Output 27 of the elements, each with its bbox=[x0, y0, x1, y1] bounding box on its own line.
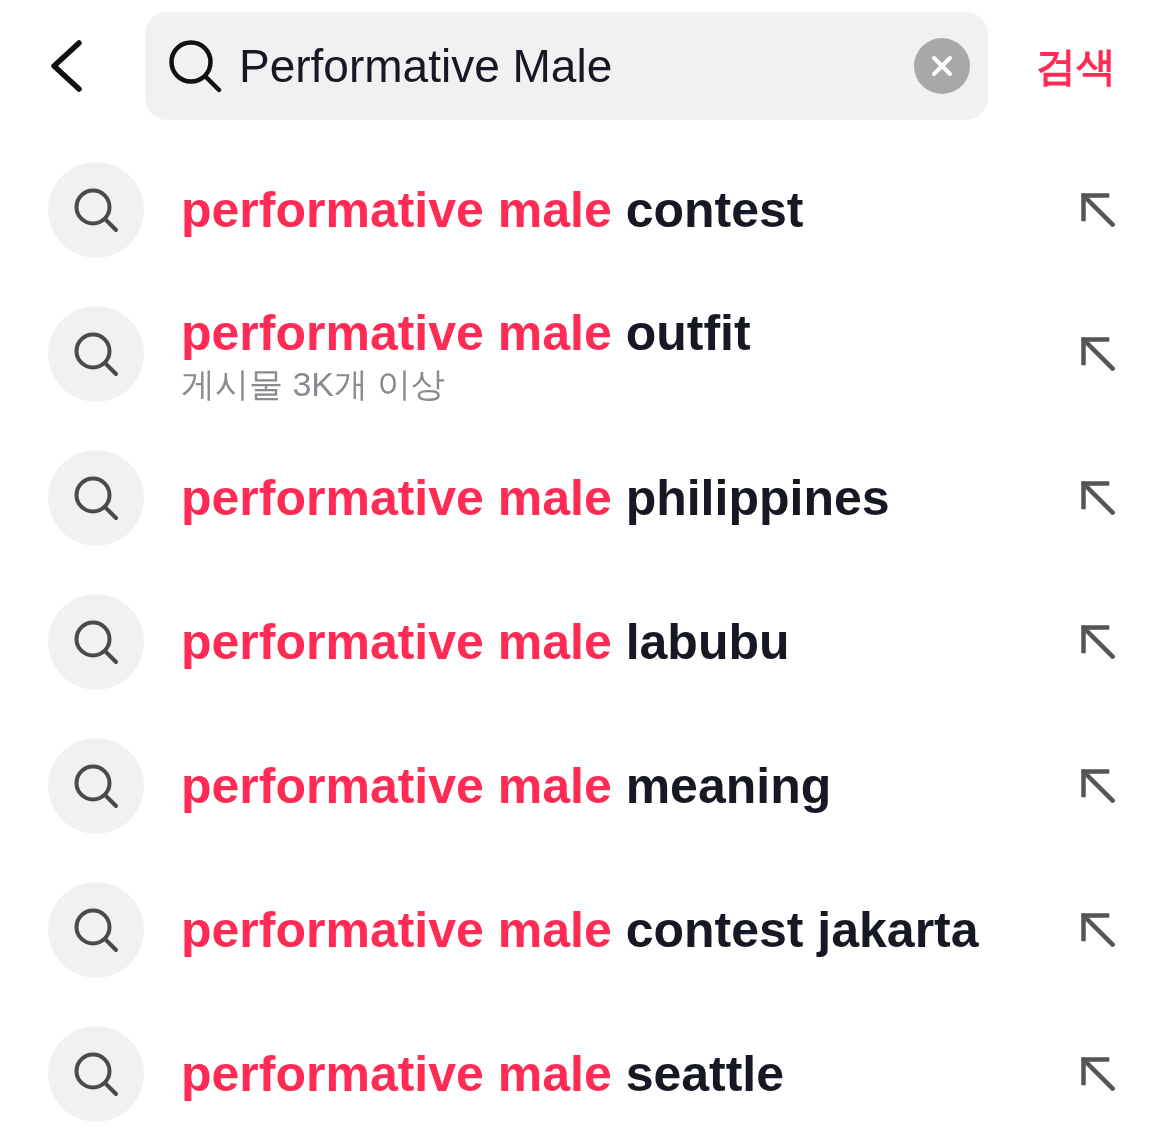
suggestion-text[interactable]: performative male philippines bbox=[181, 468, 890, 528]
arrow-up-left-icon[interactable] bbox=[1081, 625, 1115, 659]
search-icon bbox=[48, 594, 144, 690]
search-icon bbox=[168, 39, 222, 93]
suggestion-text[interactable]: performative male meaning bbox=[181, 756, 832, 816]
suggestion-text[interactable]: performative male contest jakarta bbox=[181, 900, 979, 960]
arrow-up-left-icon[interactable] bbox=[1081, 1057, 1115, 1091]
close-icon bbox=[931, 55, 953, 77]
search-icon bbox=[48, 1026, 144, 1122]
arrow-up-left-icon[interactable] bbox=[1081, 769, 1115, 803]
arrow-up-left-icon[interactable] bbox=[1081, 481, 1115, 515]
search-field[interactable]: Performative Male bbox=[145, 12, 988, 120]
search-icon bbox=[48, 450, 144, 546]
suggestion-text[interactable]: performative male outfit bbox=[181, 303, 751, 363]
suggestion-text[interactable]: performative male labubu bbox=[181, 612, 790, 672]
search-icon bbox=[48, 882, 144, 978]
arrow-up-left-icon[interactable] bbox=[1081, 193, 1115, 227]
search-icon bbox=[48, 738, 144, 834]
post-count-text: 게시물 3K개 이상 bbox=[181, 364, 446, 405]
suggestion-text[interactable]: performative male seattle bbox=[181, 1044, 785, 1104]
arrow-up-left-icon[interactable] bbox=[1081, 913, 1115, 947]
search-icon bbox=[48, 306, 144, 402]
search-button[interactable]: 검색 bbox=[1036, 46, 1116, 86]
chevron-left-icon bbox=[48, 40, 84, 92]
suggestion-text[interactable]: performative male contest bbox=[181, 180, 804, 240]
search-icon bbox=[48, 162, 144, 258]
arrow-up-left-icon[interactable] bbox=[1081, 337, 1115, 371]
